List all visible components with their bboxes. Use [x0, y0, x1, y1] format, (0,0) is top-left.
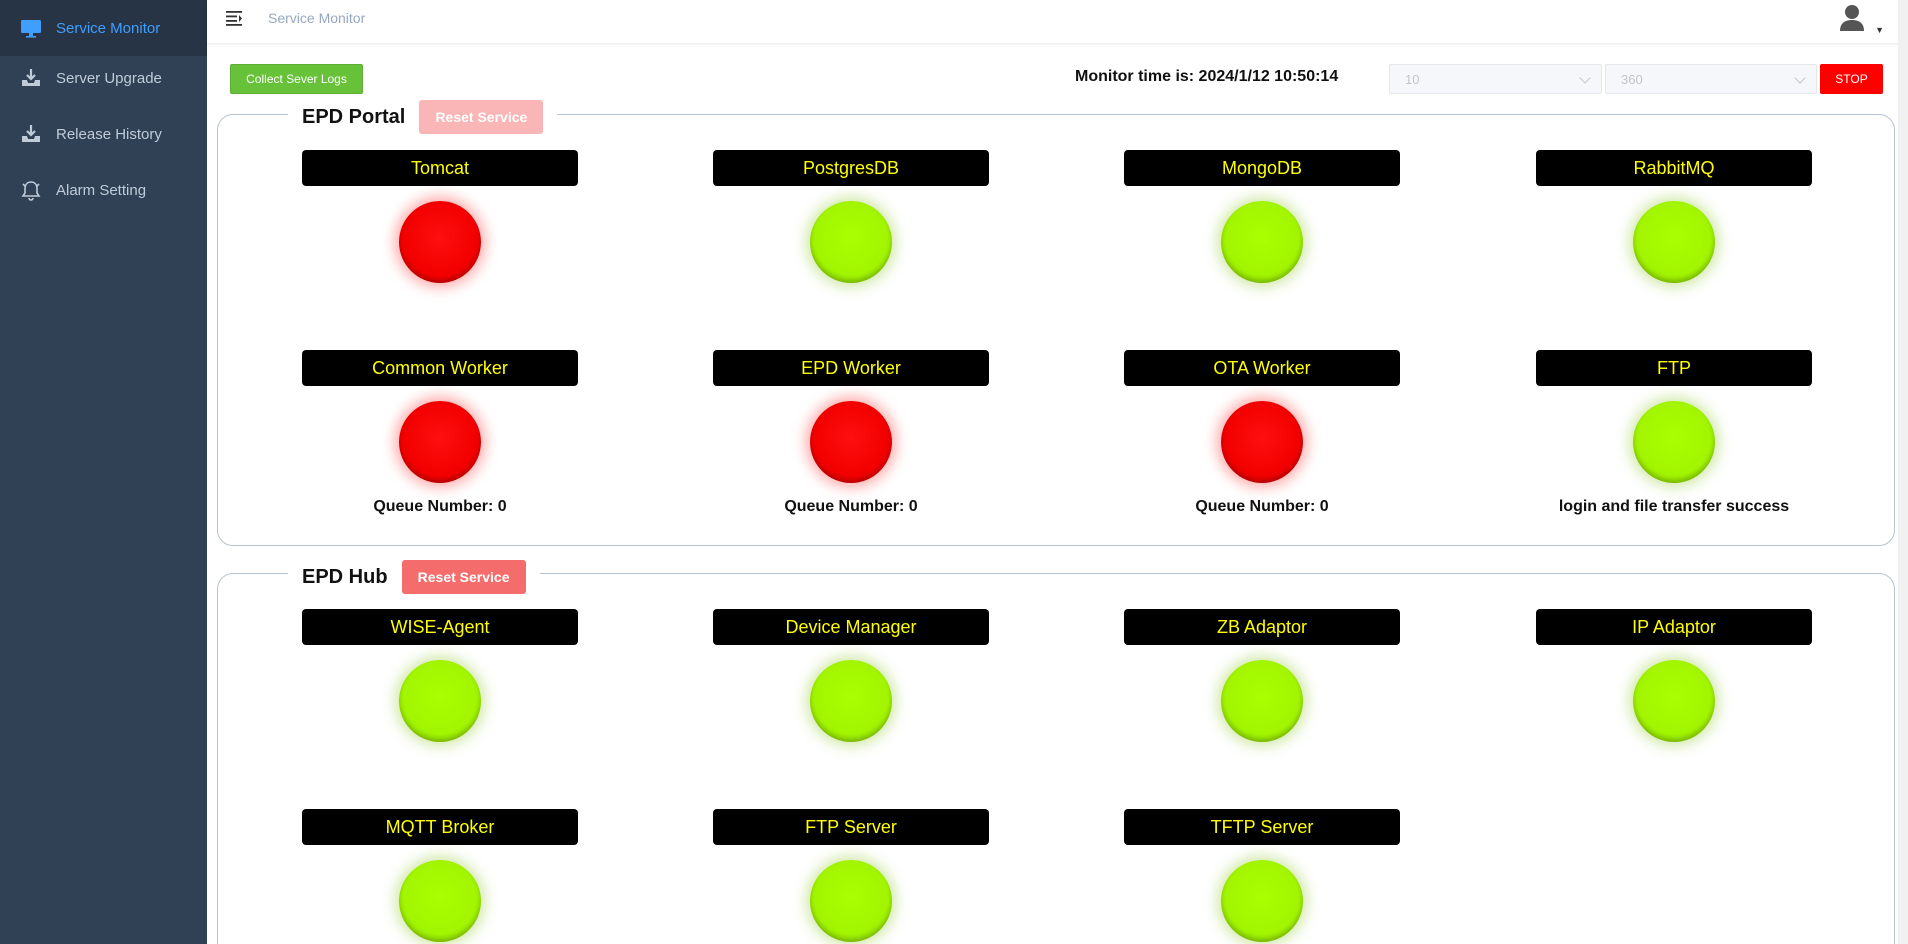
page-scrollbar[interactable]	[1898, 0, 1908, 944]
service-label: Common Worker	[302, 350, 578, 386]
sidebar-item-label: Release History	[56, 125, 162, 143]
chevron-down-icon	[1579, 72, 1591, 84]
bell-icon	[21, 181, 41, 201]
stop-button[interactable]: STOP	[1820, 64, 1883, 94]
service-label: ZB Adaptor	[1124, 609, 1400, 645]
service-label: FTP	[1536, 350, 1812, 386]
status-indicator-up	[399, 660, 481, 742]
monitor-icon	[21, 20, 41, 38]
interval-select[interactable]: 10	[1389, 64, 1602, 94]
sidebar-item-alarm-setting[interactable]: Alarm Setting	[0, 162, 207, 218]
download-tray-icon	[22, 125, 40, 142]
top-navbar: Service Monitor ▼	[207, 0, 1908, 44]
service-note: Queue Number: 0	[784, 498, 918, 515]
status-indicator-down	[1221, 401, 1303, 483]
sidebar-item-label: Server Upgrade	[56, 69, 162, 87]
duration-select-value: 360	[1621, 72, 1643, 87]
sidebar-item-release-history[interactable]: Release History	[0, 106, 207, 162]
status-indicator-up	[810, 860, 892, 942]
service-note: Queue Number: 0	[1195, 498, 1329, 515]
sidebar-item-service-monitor[interactable]: Service Monitor	[0, 0, 207, 56]
monitor-time: Monitor time is: 2024/1/12 10:50:14	[1075, 68, 1339, 85]
section-title: EPD Portal	[302, 105, 406, 128]
status-indicator-up	[810, 201, 892, 283]
status-indicator-down	[810, 401, 892, 483]
duration-select[interactable]: 360	[1605, 64, 1817, 94]
status-indicator-up	[399, 860, 481, 942]
status-indicator-up	[1633, 401, 1715, 483]
service-label: MongoDB	[1124, 150, 1400, 186]
status-indicator-up	[810, 660, 892, 742]
menu-toggle-icon[interactable]	[226, 10, 244, 26]
service-note: login and file transfer success	[1558, 498, 1790, 515]
interval-select-value: 10	[1405, 72, 1420, 87]
service-label: FTP Server	[713, 809, 989, 845]
reset-service-button[interactable]: Reset Service	[419, 100, 544, 134]
status-indicator-up	[1221, 201, 1303, 283]
chevron-down-icon	[1794, 72, 1806, 84]
service-label: MQTT Broker	[302, 809, 578, 845]
service-label: Device Manager	[713, 609, 989, 645]
caret-down-icon[interactable]: ▼	[1875, 25, 1884, 35]
epd-portal-header: EPD Portal Reset Service	[288, 97, 558, 137]
section-title: EPD Hub	[302, 565, 388, 588]
sidebar-item-label: Alarm Setting	[56, 181, 147, 199]
user-avatar-icon[interactable]	[1838, 3, 1866, 33]
download-tray-icon	[22, 69, 40, 86]
sidebar-item-server-upgrade[interactable]: Server Upgrade	[0, 50, 207, 106]
service-label: Tomcat	[302, 150, 578, 186]
epd-hub-header: EPD Hub Reset Service	[288, 557, 540, 597]
sidebar: Service Monitor Server Upgrade Release H…	[0, 0, 207, 944]
status-indicator-up	[1633, 201, 1715, 283]
sidebar-item-label: Service Monitor	[56, 19, 161, 37]
status-indicator-down	[399, 201, 481, 283]
service-label: WISE-Agent	[302, 609, 578, 645]
service-label: EPD Worker	[713, 350, 989, 386]
reset-service-button[interactable]: Reset Service	[401, 560, 526, 594]
service-label: TFTP Server	[1124, 809, 1400, 845]
status-indicator-down	[399, 401, 481, 483]
collect-server-logs-button[interactable]: Collect Sever Logs	[230, 64, 363, 94]
service-note: Queue Number: 0	[373, 498, 507, 515]
status-indicator-up	[1633, 660, 1715, 742]
service-label: OTA Worker	[1124, 350, 1400, 386]
status-indicator-up	[1221, 660, 1303, 742]
service-label: RabbitMQ	[1536, 150, 1812, 186]
service-label: PostgresDB	[713, 150, 989, 186]
status-indicator-up	[1221, 860, 1303, 942]
breadcrumb[interactable]: Service Monitor	[268, 10, 365, 26]
service-label: IP Adaptor	[1536, 609, 1812, 645]
